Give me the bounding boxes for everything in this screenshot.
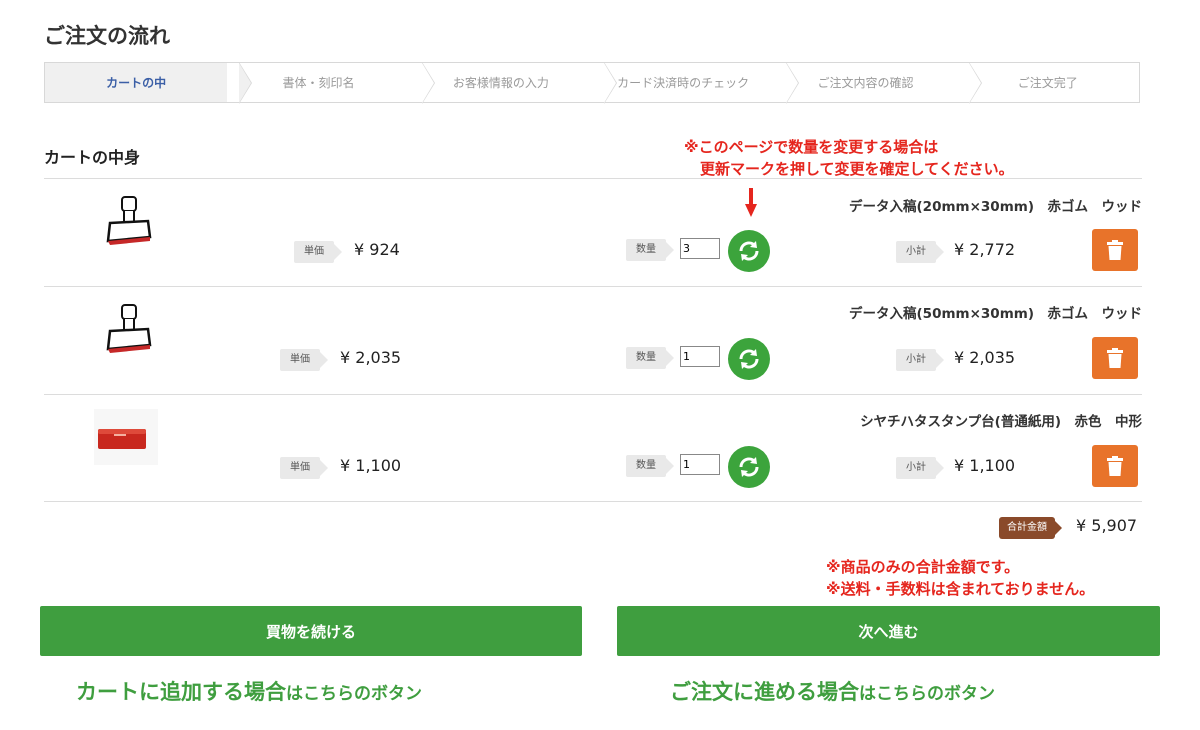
step-label: カード決済時のチェック [617,76,750,90]
refresh-icon [739,241,759,261]
step-label: お客様情報の入力 [452,76,549,90]
subtotal-value: ¥ 2,035 [954,348,1016,367]
notice-line: 更新マークを押して変更を確定してください。 [700,160,1014,178]
step-confirm: ご注文内容の確認 [774,62,982,104]
caption-main: カートに追加する場合 [76,680,286,704]
step-label: 書体・刻印名 [282,76,355,90]
subtotal-value: ¥ 2,772 [954,240,1016,259]
stamp-pad-icon [94,409,158,465]
cart-row: 単価 ¥ 2,035 データ入稿(50mm×30mm) 赤ゴム ウッド 数量 小… [44,287,1142,395]
refresh-button[interactable] [728,338,770,380]
trash-icon [1107,240,1123,260]
unit-price-label: 単価 [280,457,328,479]
notice-line: ※このページで数量を変更する場合は [684,138,939,156]
step-complete: ご注文完了 [957,63,1139,102]
caption-main: ご注文に進める場合 [670,680,859,704]
total-notice: ※商品のみの合計金額です。 ※送料・手数料は含まれておりません。 [826,556,1094,600]
quantity-label: 数量 [626,239,674,261]
delete-button[interactable] [1092,337,1138,379]
continue-caption: カートに追加する場合はこちらのボタン [76,676,422,706]
next-button[interactable]: 次へ進む [617,606,1160,656]
cart-row: 単価 ¥ 1,100 シヤチハタスタンプ台(普通紙用) 赤色 中形 数量 小計 … [44,395,1142,503]
quantity-label: 数量 [626,455,674,477]
quantity-input[interactable] [680,454,720,475]
rubber-stamp-icon [106,304,152,353]
caption-sub: はこちらのボタン [859,684,995,704]
caption-sub: はこちらのボタン [286,684,422,704]
step-cart: カートの中 [45,62,253,104]
subtotal-label: 小計 [896,241,944,263]
unit-price-value: ¥ 2,035 [340,348,402,367]
delete-button[interactable] [1092,445,1138,487]
subtotal-value: ¥ 1,100 [954,456,1016,475]
next-caption: ご注文に進める場合はこちらのボタン [670,676,995,706]
step-label: ご注文内容の確認 [817,76,914,90]
cart-row: 単価 ¥ 924 データ入稿(20mm×30mm) 赤ゴム ウッド 数量 小計 … [44,179,1142,287]
trash-icon [1107,456,1123,476]
unit-price-label: 単価 [294,241,342,263]
quantity-input[interactable] [680,346,720,367]
quantity-change-notice: ※このページで数量を変更する場合は 更新マークを押して変更を確定してください。 [684,136,1014,180]
page-title: ご注文の流れ [44,24,170,48]
trash-icon [1107,348,1123,368]
continue-shopping-button[interactable]: 買物を続ける [40,606,582,656]
total-value: ¥ 5,907 [1076,516,1138,535]
notice-line: ※送料・手数料は含まれておりません。 [826,580,1095,598]
unit-price-value: ¥ 924 [354,240,400,259]
refresh-button[interactable] [728,446,770,488]
step-card-check: カード決済時のチェック [592,62,800,104]
unit-price-label: 単価 [280,349,328,371]
cart-heading: カートの中身 [44,148,141,167]
quantity-label: 数量 [626,347,674,369]
rubber-stamp-icon [106,196,152,245]
delete-button[interactable] [1092,229,1138,271]
refresh-icon [739,457,759,477]
notice-line: ※商品のみの合計金額です。 [826,558,1020,576]
step-customer-info: お客様情報の入力 [410,62,617,104]
order-steps: カートの中 書体・刻印名 お客様情報の入力 カード決済時のチェック ご注文内容の… [44,62,1140,104]
step-font: 書体・刻印名 [227,62,435,104]
step-label: カートの中 [106,76,167,90]
subtotal-label: 小計 [896,349,944,371]
step-label: ご注文完了 [1017,76,1078,90]
refresh-button[interactable] [728,230,770,272]
quantity-input[interactable] [680,238,720,259]
divider [44,501,1142,502]
product-name: データ入稿(50mm×30mm) 赤ゴム ウッド [849,306,1142,322]
total-label: 合計金額 [999,517,1062,539]
refresh-icon [739,349,759,369]
product-name: データ入稿(20mm×30mm) 赤ゴム ウッド [849,199,1142,215]
subtotal-label: 小計 [896,457,944,479]
product-name: シヤチハタスタンプ台(普通紙用) 赤色 中形 [860,414,1142,430]
unit-price-value: ¥ 1,100 [340,456,402,475]
